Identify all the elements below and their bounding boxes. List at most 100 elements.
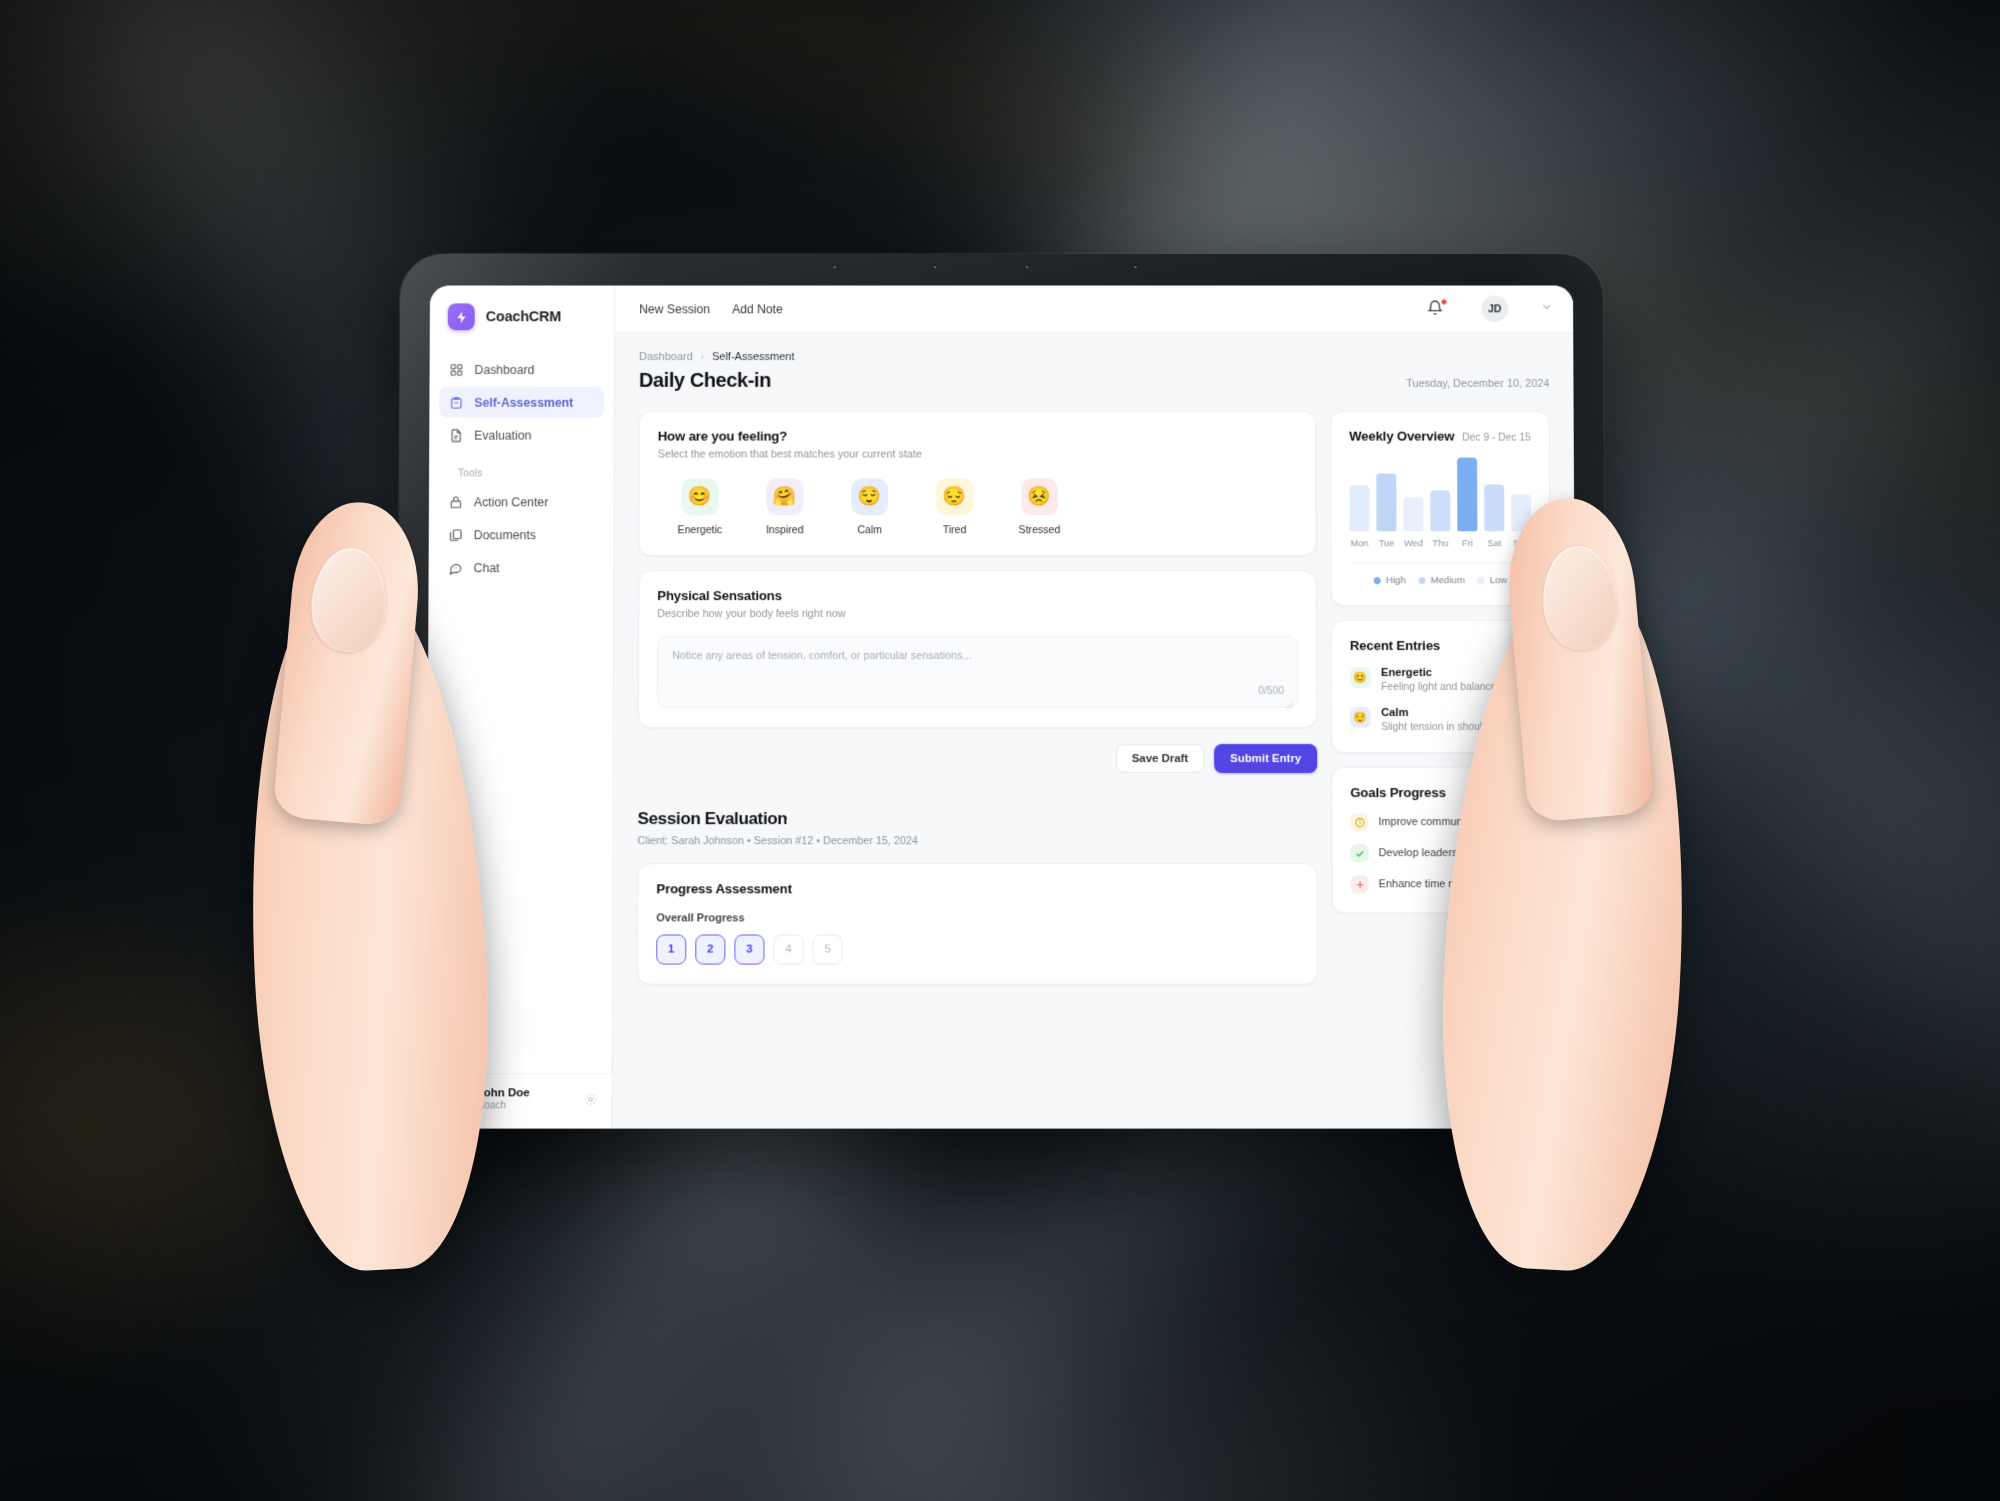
bar-sat[interactable] (1484, 484, 1505, 532)
sidebar-user-role: Coach (477, 1100, 507, 1112)
bar-column (1376, 458, 1397, 532)
page-scroll-area[interactable]: Dashboard › Self-Assessment Daily Check-… (613, 333, 1578, 1128)
goal-text: Improve communication skills (1378, 816, 1521, 829)
chart-x-labels: Mon Tue Wed Thu Fri Sat Sun (1350, 538, 1532, 548)
progress-assessment-card: Progress Assessment Overall Progress 1 2… (637, 863, 1318, 985)
bar-thu[interactable] (1430, 489, 1451, 532)
sensations-textarea[interactable]: Notice any areas of tension, comfort, or… (656, 636, 1299, 709)
lightning-bolt-icon (447, 303, 475, 331)
mood-emoji: 😊 (681, 478, 719, 516)
chat-bubble-icon (448, 560, 463, 575)
goals-progress-title: Goals Progress (1350, 785, 1446, 801)
goal-item[interactable]: Enhance time management (1350, 875, 1533, 894)
recent-entry-item[interactable]: 😌 Calm Slight tension in shoulders (1350, 706, 1532, 733)
mood-emoji: 😣 (1020, 478, 1058, 516)
goals-progress-card: Goals Progress Improve communication ski… (1331, 767, 1553, 914)
mood-label: Stressed (1018, 524, 1061, 537)
save-draft-button[interactable]: Save Draft (1115, 744, 1205, 774)
page-date: Tuesday, December 10, 2024 (1406, 377, 1550, 390)
rating-option-4[interactable]: 4 (773, 934, 804, 965)
topnav-new-session[interactable]: New Session (639, 302, 710, 316)
right-column: Weekly Overview Dec 9 - Dec 15 Mon Tue W… (1330, 410, 1553, 914)
sidebar-item-self-assessment[interactable]: Self-Assessment (439, 386, 605, 418)
sidebar-item-evaluation[interactable]: Evaluation (439, 420, 604, 451)
bar-column (1349, 458, 1370, 532)
mood-card-subtitle: Select the emotion that best matches you… (657, 448, 922, 461)
form-actions: Save Draft Submit Entry (638, 744, 1318, 774)
gear-icon[interactable] (583, 1092, 597, 1106)
sidebar-item-action-center[interactable]: Action Center (439, 486, 604, 517)
brand-name: CoachCRM (485, 308, 562, 325)
mood-card: How are you feeling? Select the emotion … (638, 410, 1317, 557)
progress-assessment-title: Progress Assessment (656, 881, 792, 897)
rating-option-2[interactable]: 2 (695, 934, 726, 965)
goal-item[interactable]: Develop leadership presence (1350, 844, 1532, 863)
lock-icon (448, 494, 463, 509)
bar-tue[interactable] (1376, 473, 1397, 532)
recent-entry-item[interactable]: 😊 Energetic Feeling light and balanced (1349, 667, 1532, 693)
rating-option-1[interactable]: 1 (656, 934, 687, 965)
mood-emoji: 🤗 (766, 478, 804, 516)
mood-option-inspired[interactable]: 🤗 Inspired (742, 478, 827, 536)
weekly-overview-range: Dec 9 - Dec 15 (1462, 432, 1531, 444)
topnav-add-note[interactable]: Add Note (732, 302, 783, 316)
sidebar-user-profile[interactable]: John Doe Coach (425, 1073, 612, 1129)
page-title: Daily Check-in (638, 369, 771, 392)
breadcrumb-separator: › (700, 351, 705, 363)
x-label: Thu (1432, 538, 1449, 549)
bar-fri[interactable] (1457, 457, 1478, 532)
rating-option-3[interactable]: 3 (734, 934, 765, 965)
bar-column (1457, 457, 1478, 532)
plus-icon (1350, 875, 1369, 894)
breadcrumb-parent[interactable]: Dashboard (639, 351, 693, 363)
resize-handle-icon[interactable] (1285, 696, 1294, 709)
bar-mon[interactable] (1349, 485, 1370, 532)
x-label: Wed (1403, 538, 1423, 549)
bar-wed[interactable] (1403, 497, 1424, 532)
sensations-card-subtitle: Describe how your body feels right now (657, 608, 846, 621)
sidebar-item-chat[interactable]: Chat (439, 552, 604, 583)
bar-column (1403, 458, 1424, 532)
mood-option-calm[interactable]: 😌 Calm (827, 478, 912, 536)
sidebar-item-dashboard[interactable]: Dashboard (439, 354, 604, 385)
sensations-placeholder: Notice any areas of tension, comfort, or… (672, 650, 972, 663)
sidebar-item-label: Action Center (473, 494, 549, 509)
mood-option-stressed[interactable]: 😣 Stressed (997, 478, 1082, 536)
legend-item-low: Low (1477, 575, 1507, 586)
sidebar-item-documents[interactable]: Documents (439, 519, 604, 550)
recent-entries-card: Recent Entries 😊 Energetic Feeling light… (1330, 620, 1552, 754)
avatar (441, 1086, 469, 1113)
character-counter: 0/500 (1258, 686, 1285, 697)
chevron-down-icon[interactable] (1540, 300, 1553, 318)
sidebar-user-name: John Doe (477, 1087, 530, 1100)
submit-entry-button[interactable]: Submit Entry (1214, 744, 1318, 774)
topbar: New Session Add Note JD (615, 285, 1574, 334)
mood-options: 😊 Energetic 🤗 Inspired 😌 Calm 😔 Tired 😣 … (657, 478, 1297, 536)
bar-column (1511, 458, 1532, 532)
breadcrumb: Dashboard › Self-Assessment (639, 351, 1549, 363)
left-column: How are you feeling? Select the emotion … (637, 410, 1318, 985)
user-avatar[interactable]: JD (1481, 295, 1509, 323)
clock-icon (1350, 813, 1369, 832)
sensations-card: Physical Sensations Describe how your bo… (637, 570, 1318, 729)
check-icon (1350, 844, 1369, 863)
mood-option-energetic[interactable]: 😊 Energetic (657, 478, 742, 536)
overall-progress-rating: 1 2 3 4 5 (656, 934, 1299, 965)
mood-option-tired[interactable]: 😔 Tired (912, 478, 997, 536)
rating-option-5[interactable]: 5 (812, 934, 843, 965)
bar-sun[interactable] (1511, 494, 1532, 532)
notification-badge (1440, 298, 1448, 306)
mood-label: Energetic (677, 524, 723, 537)
goal-item[interactable]: Improve communication skills (1350, 813, 1532, 832)
tablet-screen: CoachCRM Dashboard Self-Assessment Evalu… (425, 285, 1578, 1129)
overall-progress-label: Overall Progress (656, 912, 745, 925)
x-label: Mon (1350, 538, 1369, 549)
brand[interactable]: CoachCRM (430, 286, 615, 347)
sidebar-section-label: Tools (457, 468, 483, 480)
legend-dot (1373, 577, 1381, 585)
weekly-overview-card: Weekly Overview Dec 9 - Dec 15 Mon Tue W… (1330, 410, 1551, 607)
mood-emoji: 😔 (936, 478, 974, 516)
goal-text: Enhance time management (1378, 878, 1513, 891)
bell-icon[interactable] (1427, 298, 1448, 318)
page-header: Daily Check-in Tuesday, December 10, 202… (639, 370, 1550, 393)
